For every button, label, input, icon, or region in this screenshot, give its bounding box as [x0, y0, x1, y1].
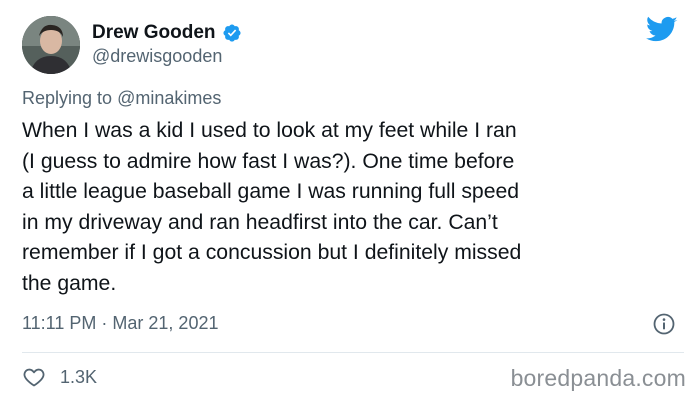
author-handle[interactable]: @drewisgooden — [92, 46, 222, 67]
like-button[interactable]: 1.3K — [22, 365, 97, 389]
tweet-line: remember if I got a concussion but I def… — [22, 241, 522, 264]
tweet-date: Mar 21, 2021 — [112, 313, 219, 333]
timestamp-separator: · — [101, 313, 108, 333]
tweet-line: in my driveway and ran headfirst into th… — [22, 210, 498, 234]
heart-icon — [23, 368, 45, 387]
author-name[interactable]: Drew Gooden — [92, 22, 216, 44]
tweet-line: When I was a kid I used to look at my fe… — [22, 119, 517, 142]
divider — [22, 352, 684, 353]
tweet-timestamp[interactable]: 11:11 PM · Mar 21, 2021 — [22, 313, 218, 334]
avatar[interactable] — [22, 16, 80, 74]
tweet-text: When I was a kid I used to look at my fe… — [22, 116, 684, 299]
verified-badge-icon — [222, 24, 241, 42]
tweet-line: a little league baseball game I was runn… — [22, 180, 520, 203]
avatar-photo — [22, 16, 80, 74]
like-count: 1.3K — [60, 366, 98, 387]
watermark: boredpanda.com — [510, 365, 686, 391]
tweet-time: 11:11 PM — [22, 313, 97, 333]
info-icon[interactable] — [652, 312, 676, 336]
replying-to-label: Replying to — [22, 88, 113, 108]
tweet-line: (I guess to admire how fast I was?). One… — [22, 149, 515, 173]
reply-mention-link[interactable]: @minakimes — [117, 88, 221, 108]
twitter-bird-icon[interactable] — [646, 16, 678, 44]
replying-to: Replying to @minakimes — [22, 88, 221, 109]
tweet-line: the game. — [22, 271, 117, 295]
